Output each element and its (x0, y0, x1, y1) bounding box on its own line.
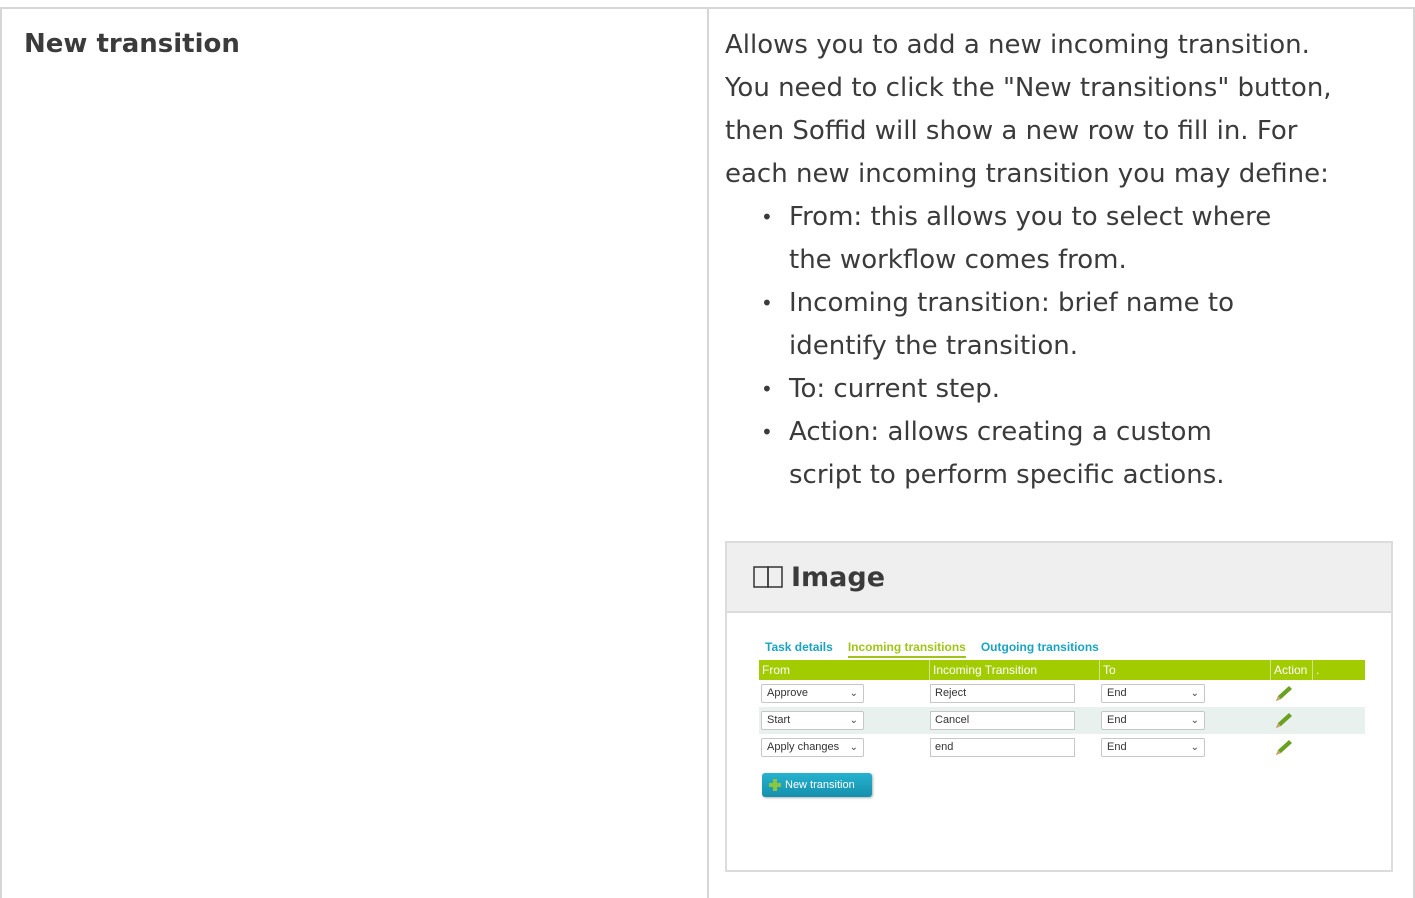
bullet-line: From: this allows you to select where (789, 202, 1272, 232)
transitions-grid: From Incoming Transition To Action . App… (759, 660, 1365, 761)
table-column-divider (707, 7, 709, 898)
tab-task-details[interactable]: Task details (765, 640, 833, 658)
grid-header: From Incoming Transition To Action . (759, 660, 1365, 680)
incoming-transition-input[interactable]: end (930, 738, 1075, 757)
tab-incoming-transitions[interactable]: Incoming transitions (847, 640, 966, 658)
chevron-down-icon: ⌄ (1190, 715, 1199, 726)
tab-outgoing-transitions[interactable]: Outgoing transitions (981, 640, 1099, 658)
from-value: Start (767, 714, 791, 726)
bullet-line: the workflow comes from. (789, 245, 1127, 275)
incoming-transition-input[interactable]: Reject (930, 684, 1075, 703)
to-value: End (1107, 741, 1127, 753)
image-panel-header: Image (727, 543, 1391, 613)
new-transition-label: New transition (785, 779, 855, 791)
incoming-transition-input[interactable]: Cancel (930, 711, 1075, 730)
from-value: Apply changes (767, 741, 840, 753)
description-line: then Soffid will show a new row to fill … (725, 116, 1298, 146)
table-row: Apply changes ⌄ end End ⌄ (759, 734, 1365, 761)
table-row: Approve ⌄ Reject End ⌄ (759, 680, 1365, 707)
pencil-icon[interactable] (1273, 684, 1295, 704)
image-panel-title: Image (791, 561, 886, 593)
bullet-action: Action: allows creating a custom script … (725, 411, 1345, 497)
pencil-icon[interactable] (1273, 711, 1295, 731)
bullet-line: Incoming transition: brief name to (789, 288, 1234, 318)
column-header-extra: . (1316, 663, 1320, 677)
bullet-to: To: current step. (725, 368, 1345, 411)
to-value: End (1107, 714, 1127, 726)
table-border-left (0, 7, 2, 898)
pencil-icon[interactable] (1273, 738, 1295, 758)
chevron-down-icon: ⌄ (1190, 688, 1199, 699)
column-header-to[interactable]: To (1100, 660, 1271, 680)
bullet-line: identify the transition. (789, 331, 1079, 361)
column-header-action[interactable]: Action (1271, 660, 1313, 680)
description-line: Allows you to add a new incoming transit… (725, 30, 1310, 60)
new-transition-button[interactable]: New transition (762, 773, 872, 797)
image-icon (753, 566, 783, 588)
from-select[interactable]: Approve ⌄ (761, 684, 864, 703)
definition-table: New transition Allows you to add a new i… (0, 0, 1415, 898)
bullet-from: From: this allows you to select where th… (725, 196, 1345, 282)
table-row: Start ⌄ Cancel End ⌄ (759, 707, 1365, 734)
description-line: each new incoming transition you may def… (725, 159, 1329, 189)
bullet-line: script to perform specific actions. (789, 460, 1225, 490)
chevron-down-icon: ⌄ (849, 715, 858, 726)
chevron-down-icon: ⌄ (849, 688, 858, 699)
chevron-down-icon: ⌄ (849, 742, 858, 753)
column-header-from[interactable]: From (759, 660, 930, 680)
to-select[interactable]: End ⌄ (1101, 684, 1205, 703)
to-select[interactable]: End ⌄ (1101, 738, 1205, 757)
chevron-down-icon: ⌄ (1190, 742, 1199, 753)
to-value: End (1107, 687, 1127, 699)
image-panel: Image Task details Incoming transitions … (725, 541, 1393, 872)
bullet-incoming-transition: Incoming transition: brief name to ident… (725, 282, 1345, 368)
from-select[interactable]: Start ⌄ (761, 711, 864, 730)
term-cell: New transition (24, 29, 240, 59)
bullet-line: To: current step. (789, 374, 1000, 404)
definition-bullet-list: From: this allows you to select where th… (725, 196, 1405, 497)
embedded-screenshot: Task details Incoming transitions Outgoi… (727, 613, 1391, 870)
to-select[interactable]: End ⌄ (1101, 711, 1205, 730)
tab-bar: Task details Incoming transitions Outgoi… (765, 640, 1114, 658)
description-line: You need to click the "New transitions" … (725, 73, 1332, 103)
column-header-incoming-transition[interactable]: Incoming Transition (930, 660, 1100, 680)
bullet-line: Action: allows creating a custom (789, 417, 1212, 447)
description-cell: Allows you to add a new incoming transit… (725, 24, 1405, 497)
plus-icon (769, 779, 781, 791)
from-select[interactable]: Apply changes ⌄ (761, 738, 864, 757)
from-value: Approve (767, 687, 808, 699)
